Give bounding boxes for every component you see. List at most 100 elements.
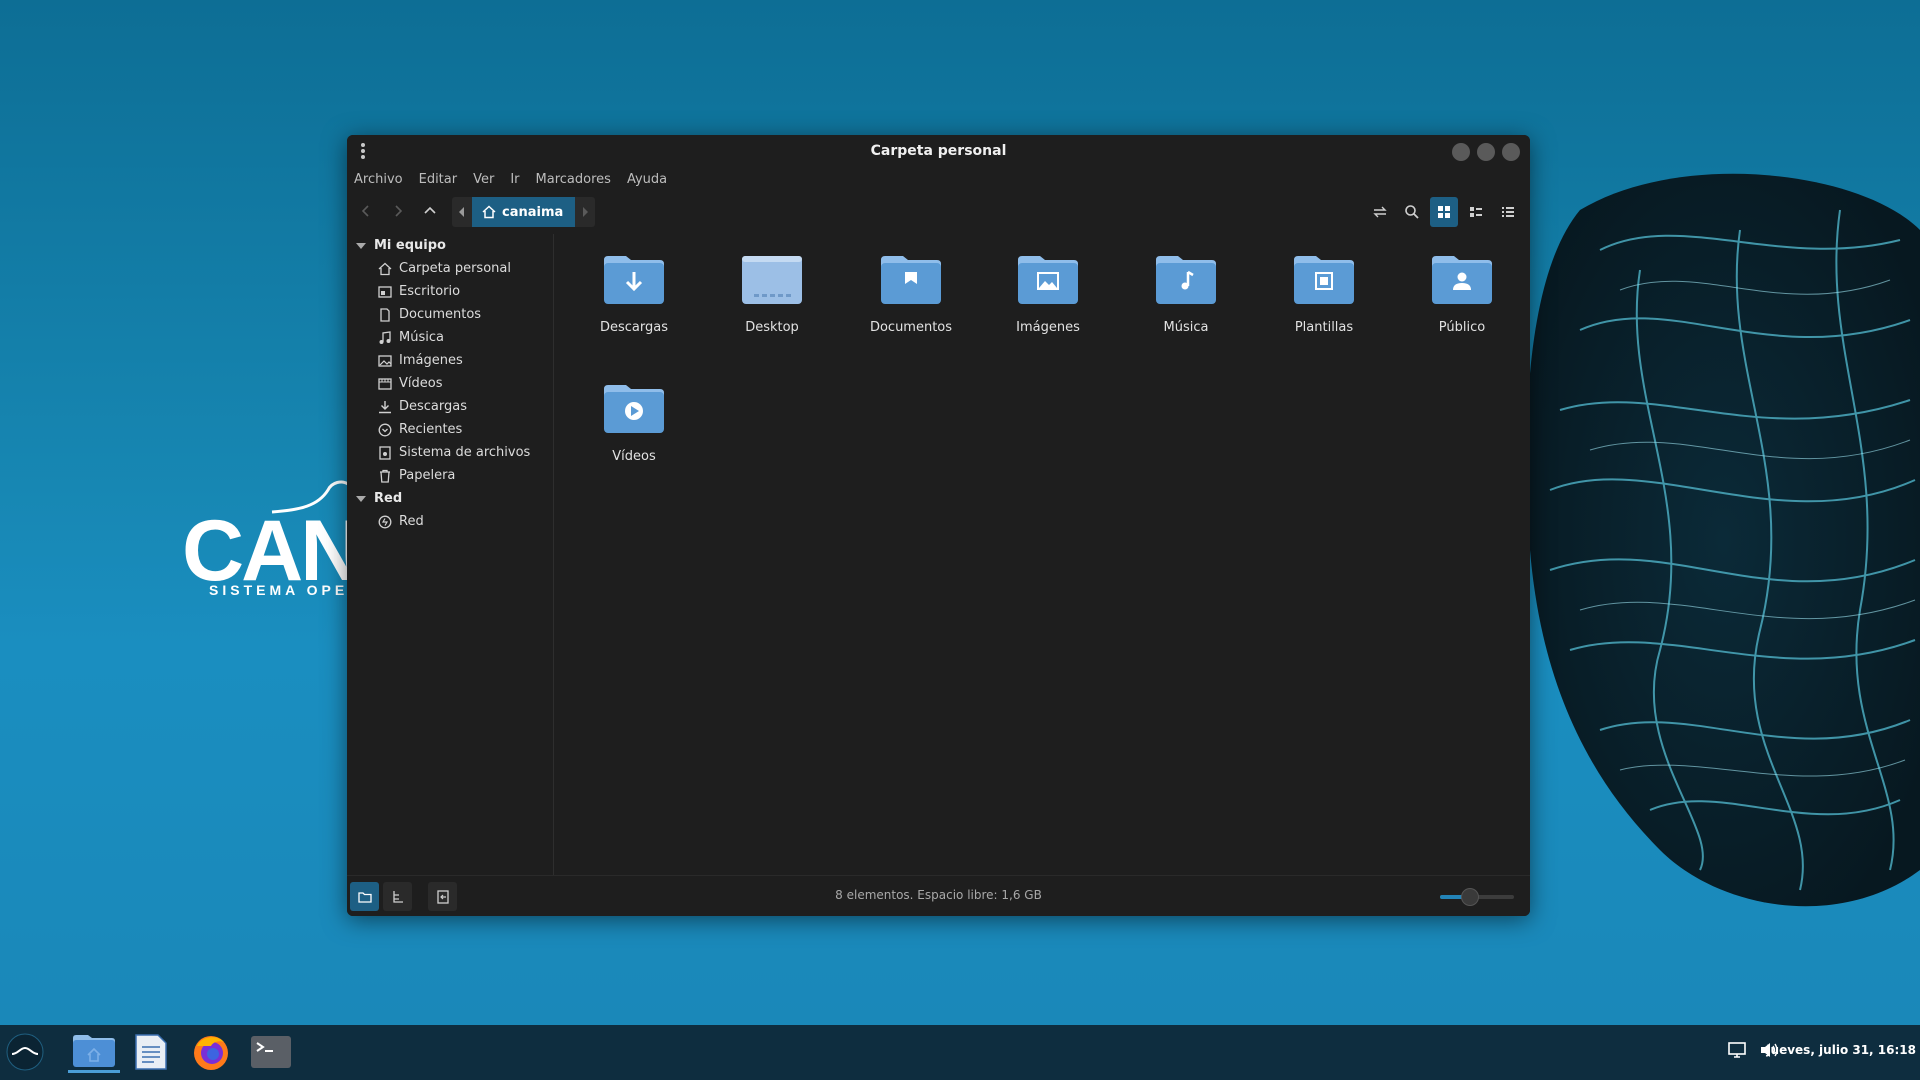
compact-view-button[interactable] xyxy=(1494,197,1522,227)
taskbar-terminal[interactable] xyxy=(248,1031,294,1073)
sidebar-item-papelera[interactable]: Papelera xyxy=(347,464,553,487)
menu-editar[interactable]: Editar xyxy=(419,172,458,187)
file-item-descargas[interactable]: Descargas xyxy=(574,254,694,335)
menu-ayuda[interactable]: Ayuda xyxy=(627,172,667,187)
zoom-slider-handle[interactable] xyxy=(1460,888,1479,906)
home-icon xyxy=(482,205,496,219)
sidebar-item-label: Imágenes xyxy=(399,353,463,368)
expand-triangle-icon xyxy=(356,242,366,249)
chevron-right-icon xyxy=(395,205,403,217)
search-button[interactable] xyxy=(1398,197,1426,227)
toggle-location-button[interactable] xyxy=(1366,197,1394,227)
menubar: Archivo Editar Ver Ir Marcadores Ayuda xyxy=(347,168,1530,190)
sidebar-item-descargas[interactable]: Descargas xyxy=(347,395,553,418)
network-icon xyxy=(378,515,392,529)
sidebar-item-label: Vídeos xyxy=(399,376,443,391)
expand-triangle-icon xyxy=(356,495,366,502)
sidebar-item-recientes[interactable]: Recientes xyxy=(347,418,553,441)
sidebar-item-label: Sistema de archivos xyxy=(399,445,531,460)
sidebar-item-escritorio[interactable]: Escritorio xyxy=(347,280,553,303)
text-editor-icon xyxy=(135,1034,167,1070)
menu-ir[interactable]: Ir xyxy=(510,172,519,187)
trash-icon xyxy=(378,469,392,483)
back-button[interactable] xyxy=(355,200,377,222)
statusbar: 8 elementos. Espacio libre: 1,6 GB xyxy=(347,875,1530,916)
maximize-button[interactable] xyxy=(1477,143,1495,161)
compact-list-icon xyxy=(1502,207,1514,217)
file-manager-icon xyxy=(73,1034,115,1067)
video-icon xyxy=(378,377,392,391)
file-item-publico[interactable]: Público xyxy=(1402,254,1522,335)
file-item-imagenes[interactable]: Imágenes xyxy=(988,254,1108,335)
terminal-icon xyxy=(251,1036,291,1068)
sidebar-item-red[interactable]: Red xyxy=(347,510,553,533)
file-name: Imágenes xyxy=(1016,320,1080,335)
window-title: Carpeta personal xyxy=(870,143,1007,159)
sidebar-item-videos[interactable]: Vídeos xyxy=(347,372,553,395)
up-button[interactable] xyxy=(419,200,441,222)
videos-folder-icon xyxy=(604,385,664,433)
download-folder-icon xyxy=(604,256,664,304)
sidebar-item-sistema-de-archivos[interactable]: Sistema de archivos xyxy=(347,441,553,464)
list-view-button[interactable] xyxy=(1462,197,1490,227)
breadcrumb-right-arrow[interactable] xyxy=(575,197,595,227)
templates-folder-icon xyxy=(1294,256,1354,304)
zoom-slider[interactable] xyxy=(1440,888,1514,906)
breadcrumb: canaima xyxy=(452,197,596,227)
home-icon xyxy=(378,262,392,276)
file-view[interactable]: Descargas Desktop Documentos Imágenes Mú… xyxy=(555,234,1530,875)
toolbar: canaima xyxy=(347,190,1530,234)
file-manager-window: Carpeta personal Archivo Editar Ver Ir M… xyxy=(347,135,1530,916)
file-item-videos[interactable]: Vídeos xyxy=(574,383,694,464)
taskbar-text-editor[interactable] xyxy=(128,1031,174,1073)
menu-ver[interactable]: Ver xyxy=(473,172,494,187)
sidebar-section-mi-equipo[interactable]: Mi equipo xyxy=(347,234,553,257)
file-item-documentos[interactable]: Documentos xyxy=(851,254,971,335)
chevron-up-icon xyxy=(424,206,436,214)
sidebar-item-imagenes[interactable]: Imágenes xyxy=(347,349,553,372)
sidebar-section-red[interactable]: Red xyxy=(347,487,553,510)
file-name: Desktop xyxy=(745,320,799,335)
sidebar-item-label: Recientes xyxy=(399,422,463,437)
documents-folder-icon xyxy=(881,256,941,304)
caret-right-icon xyxy=(583,207,589,217)
image-icon xyxy=(378,354,392,368)
sidebar-section-label: Red xyxy=(374,491,403,506)
display-icon[interactable] xyxy=(1727,1041,1747,1059)
titlebar[interactable]: Carpeta personal xyxy=(347,135,1530,168)
filesystem-icon xyxy=(378,445,392,460)
menu-marcadores[interactable]: Marcadores xyxy=(536,172,611,187)
wallpaper-abstract-art xyxy=(1526,173,1920,907)
minimize-button[interactable] xyxy=(1452,143,1470,161)
chevron-left-icon xyxy=(361,205,369,217)
sidebar-item-label: Papelera xyxy=(399,468,456,483)
icon-view-button[interactable] xyxy=(1430,197,1458,227)
caret-left-icon xyxy=(459,207,464,217)
pictures-folder-icon xyxy=(1018,256,1078,304)
file-name: Música xyxy=(1163,320,1209,335)
swap-icon xyxy=(1373,206,1387,218)
app-menu-button[interactable] xyxy=(2,1031,48,1073)
search-icon xyxy=(1405,205,1419,219)
sidebar-item-label: Carpeta personal xyxy=(399,261,511,276)
firefox-icon xyxy=(194,1036,228,1070)
menu-archivo[interactable]: Archivo xyxy=(354,172,403,187)
breadcrumb-left-arrow[interactable] xyxy=(452,197,472,227)
taskbar-firefox[interactable] xyxy=(188,1031,234,1073)
close-button[interactable] xyxy=(1502,143,1520,161)
file-name: Documentos xyxy=(869,320,953,335)
file-item-plantillas[interactable]: Plantillas xyxy=(1264,254,1384,335)
sidebar-item-musica[interactable]: Música xyxy=(347,326,553,349)
file-name: Vídeos xyxy=(612,449,656,464)
taskbar-file-manager[interactable] xyxy=(68,1031,120,1073)
breadcrumb-home[interactable]: canaima xyxy=(472,197,576,227)
forward-button[interactable] xyxy=(387,200,409,222)
status-text: 8 elementos. Espacio libre: 1,6 GB xyxy=(835,888,1042,902)
sidebar-item-carpeta-personal[interactable]: Carpeta personal xyxy=(347,257,553,280)
clock[interactable]: jueves, julio 31, 16:18 xyxy=(1766,1043,1916,1057)
file-name: Plantillas xyxy=(1294,320,1354,335)
sidebar-item-documentos[interactable]: Documentos xyxy=(347,303,553,326)
file-item-musica[interactable]: Música xyxy=(1126,254,1246,335)
file-item-desktop[interactable]: Desktop xyxy=(712,254,832,335)
sidebar-item-label: Música xyxy=(399,330,444,345)
